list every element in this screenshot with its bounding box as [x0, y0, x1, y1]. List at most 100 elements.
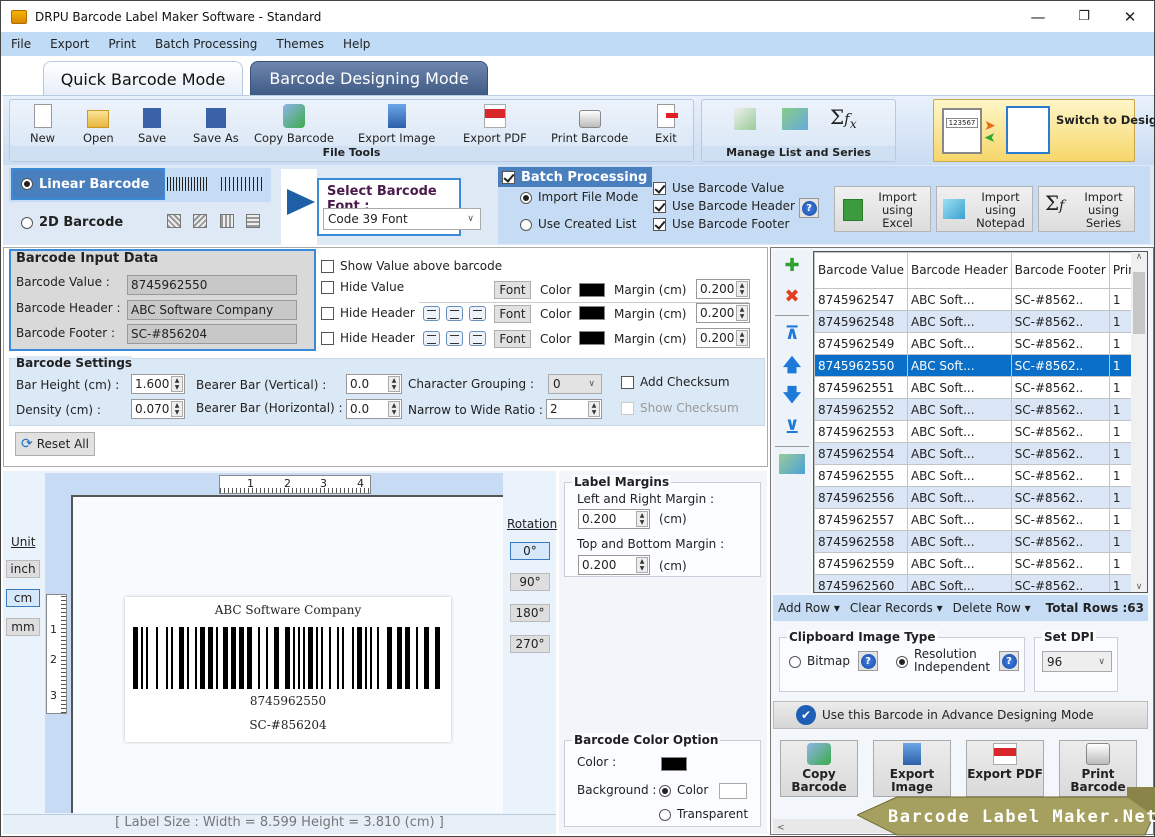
table-cell[interactable]: 8745962557: [814, 508, 908, 531]
table-row[interactable]: 8745962552 ABC Soft... SC-#8562.. 1: [814, 398, 1147, 421]
batch-processing-checkbox[interactable]: Batch Processing: [498, 167, 652, 187]
table-row[interactable]: 8745962548 ABC Soft... SC-#8562.. 1: [814, 310, 1147, 333]
table-cell[interactable]: SC-#8562..: [1010, 530, 1110, 553]
table-cell[interactable]: 8745962556: [814, 486, 908, 509]
rotation-90-button[interactable]: 90°: [510, 573, 550, 591]
table-cell[interactable]: 8745962553: [814, 420, 908, 443]
table-cell[interactable]: 8745962554: [814, 442, 908, 465]
delete-row-dropdown[interactable]: Delete Row ▾: [953, 601, 1031, 615]
copy-barcode-button[interactable]: Copy Barcode: [254, 104, 334, 145]
table-cell[interactable]: SC-#8562..: [1010, 310, 1110, 333]
menu-export[interactable]: Export: [40, 37, 98, 51]
bearer-horizontal-spinner[interactable]: 0.0 ▲ ▼: [346, 399, 402, 419]
2d-barcode-radio[interactable]: 2D Barcode: [21, 215, 123, 230]
table-cell[interactable]: SC-#8562..: [1010, 398, 1110, 421]
use-barcode-value-checkbox[interactable]: Use Barcode Value: [653, 181, 784, 195]
table-cell[interactable]: SC-#8562..: [1010, 354, 1110, 377]
table-cell[interactable]: 8745962548: [814, 310, 908, 333]
table-cell[interactable]: SC-#8562..: [1010, 574, 1110, 592]
table-row[interactable]: 8745962549 ABC Soft... SC-#8562.. 1: [814, 332, 1147, 355]
table-cell[interactable]: SC-#8562..: [1010, 376, 1110, 399]
show-checksum-checkbox[interactable]: Show Checksum: [621, 401, 739, 415]
table-cell[interactable]: 8745962559: [814, 552, 908, 575]
header-font-button[interactable]: Font: [494, 305, 531, 323]
add-row-dropdown[interactable]: Add Row ▾: [778, 601, 840, 615]
use-created-list-radio[interactable]: Use Created List: [520, 217, 637, 231]
import-excel-button[interactable]: Import using Excel: [834, 186, 931, 232]
lr-margin-spinner[interactable]: 0.200 ▲ ▼: [578, 509, 650, 529]
table-row[interactable]: 8745962556 ABC Soft... SC-#8562.. 1: [814, 486, 1147, 509]
tab-quick-barcode-mode[interactable]: Quick Barcode Mode: [43, 61, 243, 96]
table-cell[interactable]: ABC Soft...: [906, 486, 1012, 509]
table-cell[interactable]: ABC Soft...: [906, 530, 1012, 553]
table-row[interactable]: 8745962551 ABC Soft... SC-#8562.. 1: [814, 376, 1147, 399]
col-barcode-header[interactable]: Barcode Header: [906, 252, 1012, 289]
import-series-button[interactable]: Σf Import using Series: [1038, 186, 1135, 232]
new-button[interactable]: New: [30, 104, 55, 145]
restore-button[interactable]: ❐: [1061, 1, 1107, 32]
table-cell[interactable]: ABC Soft...: [906, 552, 1012, 575]
footer-align-center-icon[interactable]: [446, 331, 463, 346]
tab-barcode-designing-mode[interactable]: Barcode Designing Mode: [250, 61, 488, 96]
table-row[interactable]: 8745962554 ABC Soft... SC-#8562.. 1: [814, 442, 1147, 465]
reset-all-button[interactable]: ⟳ Reset All: [15, 432, 95, 456]
menu-print[interactable]: Print: [98, 37, 145, 51]
save-as-button[interactable]: Save As: [193, 104, 239, 145]
barcode-color-swatch[interactable]: [661, 757, 687, 771]
table-cell[interactable]: ABC Soft...: [906, 508, 1012, 531]
table-cell[interactable]: 8745962555: [814, 464, 908, 487]
col-barcode-footer[interactable]: Barcode Footer: [1010, 252, 1110, 289]
edit-list-icon[interactable]: [734, 108, 756, 130]
table-cell[interactable]: ABC Soft...: [906, 376, 1012, 399]
save-button[interactable]: Save: [138, 104, 166, 145]
col-barcode-value[interactable]: Barcode Value: [814, 252, 908, 289]
menu-themes[interactable]: Themes: [266, 37, 333, 51]
menu-help[interactable]: Help: [333, 37, 379, 51]
barcode-value-input[interactable]: 8745962550: [127, 275, 297, 295]
clear-records-dropdown[interactable]: Clear Records ▾: [850, 601, 943, 615]
use-barcode-header-checkbox[interactable]: Use Barcode Header: [653, 199, 795, 213]
table-cell[interactable]: SC-#8562..: [1010, 552, 1110, 575]
table-cell[interactable]: SC-#8562..: [1010, 288, 1110, 311]
table-cell[interactable]: 8745962547: [814, 288, 908, 311]
table-cell[interactable]: SC-#8562..: [1010, 464, 1110, 487]
table-cell[interactable]: ABC Soft...: [906, 574, 1012, 592]
export-pdf-button[interactable]: Export PDF: [463, 104, 527, 145]
scrollbar-thumb[interactable]: [1133, 272, 1145, 334]
table-cell[interactable]: 8745962558: [814, 530, 908, 553]
minimize-button[interactable]: —: [1015, 1, 1061, 32]
table-cell[interactable]: 8745962549: [814, 332, 908, 355]
footer-font-button[interactable]: Font: [494, 330, 531, 348]
dpi-dropdown[interactable]: 96 ∨: [1042, 651, 1112, 672]
add-checksum-checkbox[interactable]: Add Checksum: [621, 375, 730, 389]
bar-height-spinner[interactable]: 1.600 ▲ ▼: [131, 374, 185, 394]
unit-mm-button[interactable]: mm: [6, 618, 40, 636]
hide-header-checkbox[interactable]: Hide Header: [321, 306, 415, 320]
barcode-font-dropdown[interactable]: Code 39 Font ∨: [323, 208, 481, 230]
value-font-button[interactable]: Font: [494, 281, 531, 299]
resolution-independent-radio[interactable]: [896, 654, 908, 668]
export-excel-icon[interactable]: [779, 454, 805, 474]
table-cell[interactable]: ABC Soft...: [906, 332, 1012, 355]
move-bottom-icon[interactable]: ⊻: [781, 417, 803, 439]
table-cell[interactable]: SC-#8562..: [1010, 508, 1110, 531]
table-row[interactable]: 8745962560 ABC Soft... SC-#8562.. 1: [814, 574, 1147, 592]
footer-margin-spinner[interactable]: 0.200 ▲ ▼: [696, 328, 750, 348]
table-cell[interactable]: ABC Soft...: [906, 288, 1012, 311]
export-image-button[interactable]: Export Image: [358, 104, 435, 145]
table-cell[interactable]: SC-#8562..: [1010, 442, 1110, 465]
footer-align-right-icon[interactable]: [469, 331, 486, 346]
import-file-mode-radio[interactable]: Import File Mode: [520, 190, 638, 204]
table-row[interactable]: 8745962555 ABC Soft... SC-#8562.. 1: [814, 464, 1147, 487]
move-top-icon[interactable]: ⊼: [781, 323, 803, 345]
hide-value-checkbox[interactable]: Hide Value: [321, 280, 404, 294]
header-align-right-icon[interactable]: [469, 306, 486, 321]
tb-margin-spinner[interactable]: 0.200 ▲ ▼: [578, 555, 650, 575]
exit-button[interactable]: Exit: [655, 104, 678, 145]
table-cell[interactable]: ABC Soft...: [906, 464, 1012, 487]
bitmap-radio[interactable]: Bitmap: [789, 654, 850, 668]
show-value-above-checkbox[interactable]: Show Value above barcode: [321, 259, 502, 273]
menu-batch-processing[interactable]: Batch Processing: [145, 37, 266, 51]
move-up-icon[interactable]: 🡅: [781, 355, 803, 377]
table-cell[interactable]: ABC Soft...: [906, 310, 1012, 333]
